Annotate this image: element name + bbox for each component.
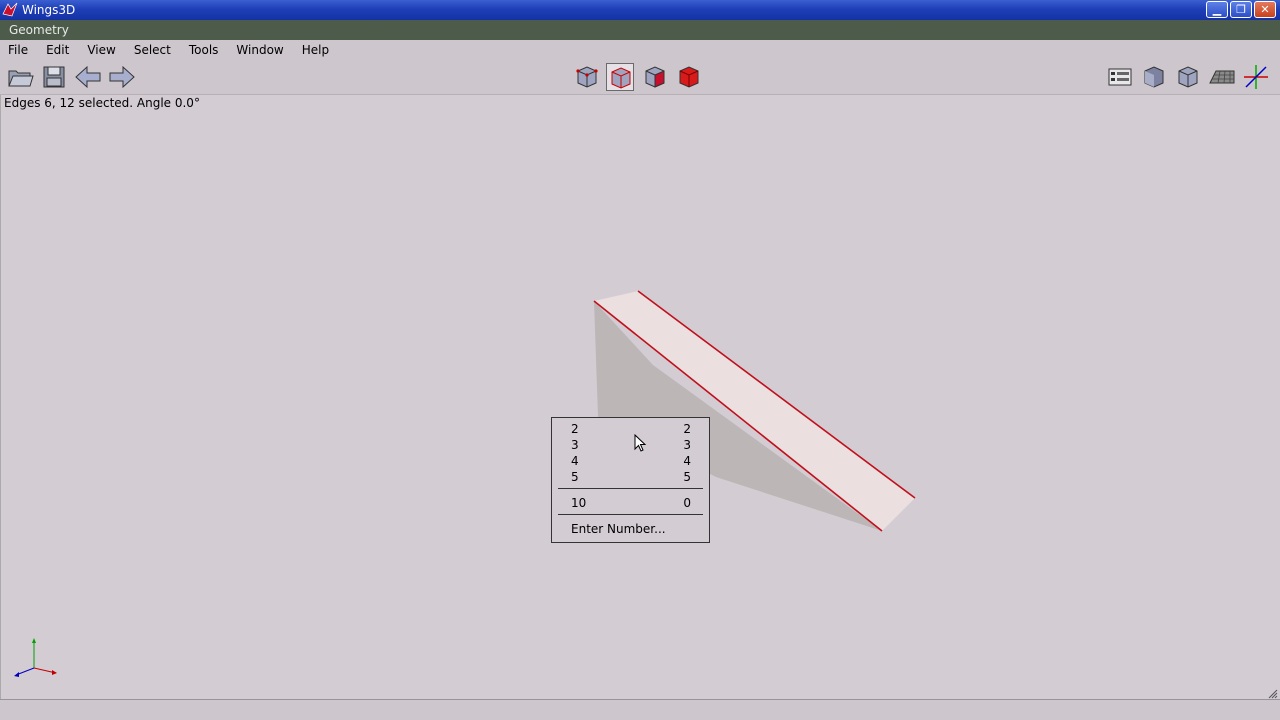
- edge-mode-cube-icon: [611, 67, 631, 89]
- axes-toggle-button[interactable]: [1242, 63, 1270, 91]
- 3d-viewport[interactable]: Edges 6, 12 selected. Angle 0.0°: [0, 95, 1280, 699]
- popup-item-4[interactable]: 4 4: [552, 454, 709, 470]
- object-select-mode-button[interactable]: [675, 63, 703, 91]
- grid-icon: [1209, 70, 1235, 84]
- menu-edit[interactable]: Edit: [38, 43, 69, 57]
- menu-file[interactable]: File: [0, 43, 28, 57]
- scene-canvas: [14, 290, 916, 677]
- info-bar: [0, 699, 1280, 720]
- vertex-mode-cube-icon: [576, 66, 598, 88]
- undo-button[interactable]: [74, 63, 102, 91]
- popup-item-right: 3: [683, 438, 691, 452]
- wings3d-window: Wings3D ▁ ❐ ✕ Geometry File Edit View Se…: [0, 0, 1280, 720]
- info-panel-icon: [1108, 68, 1132, 86]
- groundplane-toggle-button[interactable]: [1106, 63, 1134, 91]
- menu-tools[interactable]: Tools: [181, 43, 219, 57]
- face-select-mode-button[interactable]: [641, 63, 669, 91]
- save-button[interactable]: [40, 63, 68, 91]
- popup-item-10[interactable]: 10 0: [552, 496, 709, 512]
- popup-item-5[interactable]: 5 5: [552, 470, 709, 486]
- popup-item-left: 10: [571, 496, 587, 510]
- enter-number-label: Enter Number...: [571, 522, 666, 536]
- popup-item-right: 5: [683, 470, 691, 484]
- open-file-button[interactable]: [6, 63, 34, 91]
- popup-separator: [558, 488, 703, 489]
- selection-status-message: Edges 6, 12 selected. Angle 0.0°: [4, 96, 200, 110]
- popup-item-right: 0: [683, 496, 691, 510]
- face-mode-cube-icon: [645, 66, 665, 88]
- geometry-window-header: Geometry: [0, 20, 1280, 40]
- popup-item-left: 2: [571, 422, 579, 436]
- mouse-cursor-icon: [634, 434, 647, 452]
- popup-item-left: 5: [571, 470, 579, 484]
- popup-item-2[interactable]: 2 2: [552, 422, 709, 438]
- shaded-cube-icon: [1144, 66, 1164, 88]
- resize-grip-icon[interactable]: [1268, 689, 1278, 699]
- restore-button[interactable]: ❐: [1230, 1, 1252, 18]
- smooth-shading-button[interactable]: [1140, 63, 1168, 91]
- window-title: Wings3D: [22, 3, 76, 17]
- popup-item-left: 3: [571, 438, 579, 452]
- arrow-right-icon: [109, 65, 135, 89]
- floppy-disk-icon: [43, 66, 65, 88]
- menu-select[interactable]: Select: [126, 43, 171, 57]
- title-bar: Wings3D ▁ ❐ ✕: [0, 0, 1280, 20]
- redo-button[interactable]: [108, 63, 136, 91]
- popup-item-right: 4: [683, 454, 691, 468]
- folder-open-icon: [8, 70, 34, 87]
- menu-help[interactable]: Help: [294, 43, 329, 57]
- toolbar: [0, 59, 1280, 95]
- close-button[interactable]: ✕: [1254, 1, 1276, 18]
- popup-item-left: 4: [571, 454, 579, 468]
- axes-icon: [1244, 65, 1268, 89]
- object-mode-cube-icon: [679, 66, 699, 88]
- edge-select-mode-button[interactable]: [606, 63, 634, 91]
- popup-item-right: 2: [683, 422, 691, 436]
- menu-view[interactable]: View: [79, 43, 115, 57]
- popup-separator: [558, 514, 703, 515]
- flat-cube-icon: [1178, 66, 1198, 88]
- grid-toggle-button[interactable]: [1208, 63, 1236, 91]
- popup-item-3[interactable]: 3 3: [552, 438, 709, 454]
- number-popup-menu: 2 2 3 3 4 4 5 5 10 0 Enter Number...: [551, 417, 710, 543]
- minimize-button[interactable]: ▁: [1206, 1, 1228, 18]
- arrow-left-icon: [75, 65, 101, 89]
- vertex-select-mode-button[interactable]: [573, 63, 601, 91]
- wings3d-app-icon: [2, 2, 18, 17]
- menu-window[interactable]: Window: [228, 43, 283, 57]
- flat-shading-button[interactable]: [1174, 63, 1202, 91]
- menu-bar: File Edit View Select Tools Window Help: [0, 40, 1280, 59]
- popup-enter-number[interactable]: Enter Number...: [552, 522, 709, 538]
